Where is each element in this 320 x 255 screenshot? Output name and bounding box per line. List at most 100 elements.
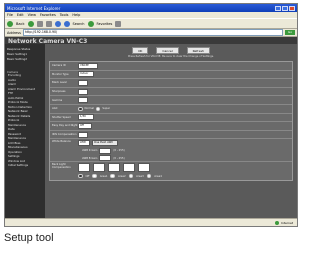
monitor-type-select[interactable]: Indoor bbox=[78, 71, 94, 78]
white-balance-select[interactable]: ATW bbox=[78, 140, 90, 147]
blc-box-area3[interactable] bbox=[123, 163, 135, 173]
sidebar-item[interactable]: Initial Settings bbox=[5, 164, 45, 169]
sharpness-select[interactable] bbox=[78, 88, 88, 95]
awb-rgain-input[interactable] bbox=[99, 147, 112, 154]
sidebar-item-basic-setting2[interactable]: Basic Setting2 bbox=[5, 56, 45, 61]
easy-day-night-select[interactable]: Off bbox=[78, 122, 92, 129]
blc-box-area2[interactable] bbox=[108, 163, 120, 173]
agc-normal-radio[interactable] bbox=[78, 106, 83, 112]
one-push-awc-button[interactable]: One Push AWC bbox=[92, 140, 118, 147]
blc-area2-radio[interactable] bbox=[110, 173, 115, 179]
sidebar-top: Response Status Basic Setting1 Basic Set… bbox=[5, 46, 45, 62]
page-content: Response Status Basic Setting1 Basic Set… bbox=[5, 44, 297, 219]
bgain-unit: (0 - 255) bbox=[113, 156, 125, 160]
form-row: Sharpness bbox=[50, 88, 292, 97]
awb-rgain-label: AWB R Gain bbox=[82, 149, 98, 153]
agc-normal-label: Normal bbox=[84, 107, 94, 111]
settings-form: Camera ID VNC3E Monitor Type Indoor Blac… bbox=[49, 61, 293, 182]
blc-area4-radio[interactable] bbox=[146, 173, 152, 179]
camera-id-label: Camera ID bbox=[52, 64, 66, 68]
awb-bgain-label: AWB B Gain bbox=[82, 156, 98, 160]
internet-zone-icon bbox=[275, 220, 280, 225]
blc-box-off[interactable] bbox=[78, 163, 90, 173]
form-row: Easy Day and Night Off bbox=[50, 122, 292, 131]
refresh-button[interactable]: Refresh bbox=[186, 47, 210, 54]
blc-box-area1[interactable] bbox=[93, 163, 105, 173]
back-icon[interactable] bbox=[7, 20, 13, 27]
black-level-label: Black Level bbox=[52, 81, 67, 85]
camera-id-input[interactable]: VNC3E bbox=[78, 62, 98, 69]
sidebar: Response Status Basic Setting1 Basic Set… bbox=[5, 44, 45, 219]
shutter-speed-label: Shutter Speed bbox=[52, 115, 71, 119]
menu-tools[interactable]: Tools bbox=[60, 13, 69, 17]
form-row: Monitor Type Indoor bbox=[50, 71, 292, 80]
figure-caption: Setup tool bbox=[4, 232, 54, 244]
form-row: Back Light Compensation Off Area1 Area2 … bbox=[50, 162, 292, 180]
favorites-label[interactable]: Favorites bbox=[97, 22, 113, 26]
gamma-label: Gamma bbox=[52, 98, 63, 102]
form-row: Camera ID VNC3E bbox=[50, 62, 292, 71]
monitor-type-label: Monitor Type bbox=[52, 72, 69, 76]
status-zone-text: Internet bbox=[281, 220, 293, 225]
agc-super-radio[interactable] bbox=[95, 106, 101, 112]
agc-label: AGC bbox=[52, 107, 58, 111]
address-label: Address bbox=[7, 30, 21, 35]
blc-off-radio[interactable] bbox=[78, 173, 83, 179]
home-icon[interactable] bbox=[54, 20, 61, 27]
menu-help[interactable]: Help bbox=[72, 13, 80, 17]
blc-area1-label: Area1 bbox=[99, 174, 108, 178]
blc-area3-label: Area3 bbox=[136, 174, 144, 178]
iris-compensation-select[interactable] bbox=[78, 131, 88, 138]
cancel-button[interactable]: Cancel bbox=[156, 47, 179, 54]
search-icon[interactable] bbox=[63, 20, 70, 27]
shutter-speed-select[interactable]: 1/30 bbox=[78, 114, 94, 121]
blc-radio-group: Off Area1 Area2 Area3 Area4 bbox=[78, 173, 162, 179]
form-row: IRIS Compensation bbox=[50, 131, 292, 140]
awb-bgain-input[interactable] bbox=[99, 155, 112, 162]
stop-icon[interactable] bbox=[36, 20, 43, 27]
blc-area3-radio[interactable] bbox=[128, 173, 134, 179]
main-panel: OK Cancel Refresh Press Refresh for VN-C… bbox=[45, 44, 297, 219]
menu-favorites[interactable]: Favorites bbox=[40, 13, 56, 17]
menu-view[interactable]: View bbox=[28, 13, 36, 17]
refresh-icon[interactable] bbox=[45, 20, 52, 27]
forward-icon[interactable] bbox=[27, 20, 34, 27]
menu-edit[interactable]: Edit bbox=[17, 13, 24, 17]
menu-file[interactable]: File bbox=[7, 13, 13, 17]
blc-off-label: Off bbox=[85, 174, 90, 178]
form-row: AGC Normal Super bbox=[50, 105, 292, 114]
browser-titlebar: Microsoft Internet Explorer bbox=[5, 4, 297, 12]
screenshot-window: Microsoft Internet Explorer File Edit Vi… bbox=[4, 3, 298, 227]
ok-button[interactable]: OK bbox=[132, 47, 149, 54]
sidebar-list: Encoding Audio Alarm Alarm Environment F… bbox=[5, 74, 45, 169]
blc-area1-radio[interactable] bbox=[92, 173, 97, 179]
close-button[interactable] bbox=[289, 5, 295, 11]
agc-super-label: Super bbox=[102, 107, 110, 111]
action-buttons: OK Cancel Refresh bbox=[45, 44, 297, 54]
favorites-icon[interactable] bbox=[87, 20, 94, 27]
iris-compensation-label: IRIS Compensation bbox=[52, 133, 77, 137]
minimize-button[interactable] bbox=[275, 5, 281, 11]
white-balance-label: White Balance bbox=[52, 140, 71, 144]
gamma-select[interactable] bbox=[78, 97, 88, 104]
sharpness-label: Sharpness bbox=[52, 90, 66, 94]
address-bar: Address http://192.168.0.90/ Go bbox=[5, 29, 297, 37]
blc-preview-boxes bbox=[78, 163, 150, 173]
black-level-select[interactable] bbox=[78, 79, 88, 86]
maximize-button[interactable] bbox=[282, 5, 288, 11]
form-row: Shutter Speed 1/30 bbox=[50, 114, 292, 123]
address-input[interactable]: http://192.168.0.90/ bbox=[22, 29, 283, 36]
form-row: Gamma bbox=[50, 96, 292, 105]
blc-area2-label: Area2 bbox=[117, 174, 126, 178]
notice-text: Press Refresh for VN-C3E. Be sure to cle… bbox=[128, 55, 214, 58]
blc-label: Back Light Compensation bbox=[52, 163, 71, 170]
back-label[interactable]: Back bbox=[16, 22, 25, 26]
blc-box-area4[interactable] bbox=[138, 163, 150, 173]
browser-statusbar: Internet bbox=[5, 218, 297, 226]
easy-day-night-label: Easy Day and Night bbox=[52, 124, 78, 128]
media-icon[interactable] bbox=[115, 20, 122, 27]
go-button[interactable]: Go bbox=[285, 30, 295, 35]
form-row: Black Level bbox=[50, 79, 292, 88]
search-label[interactable]: Search bbox=[73, 22, 85, 26]
form-row: White Balance ATW One Push AWC AWB R Gai… bbox=[50, 139, 292, 163]
